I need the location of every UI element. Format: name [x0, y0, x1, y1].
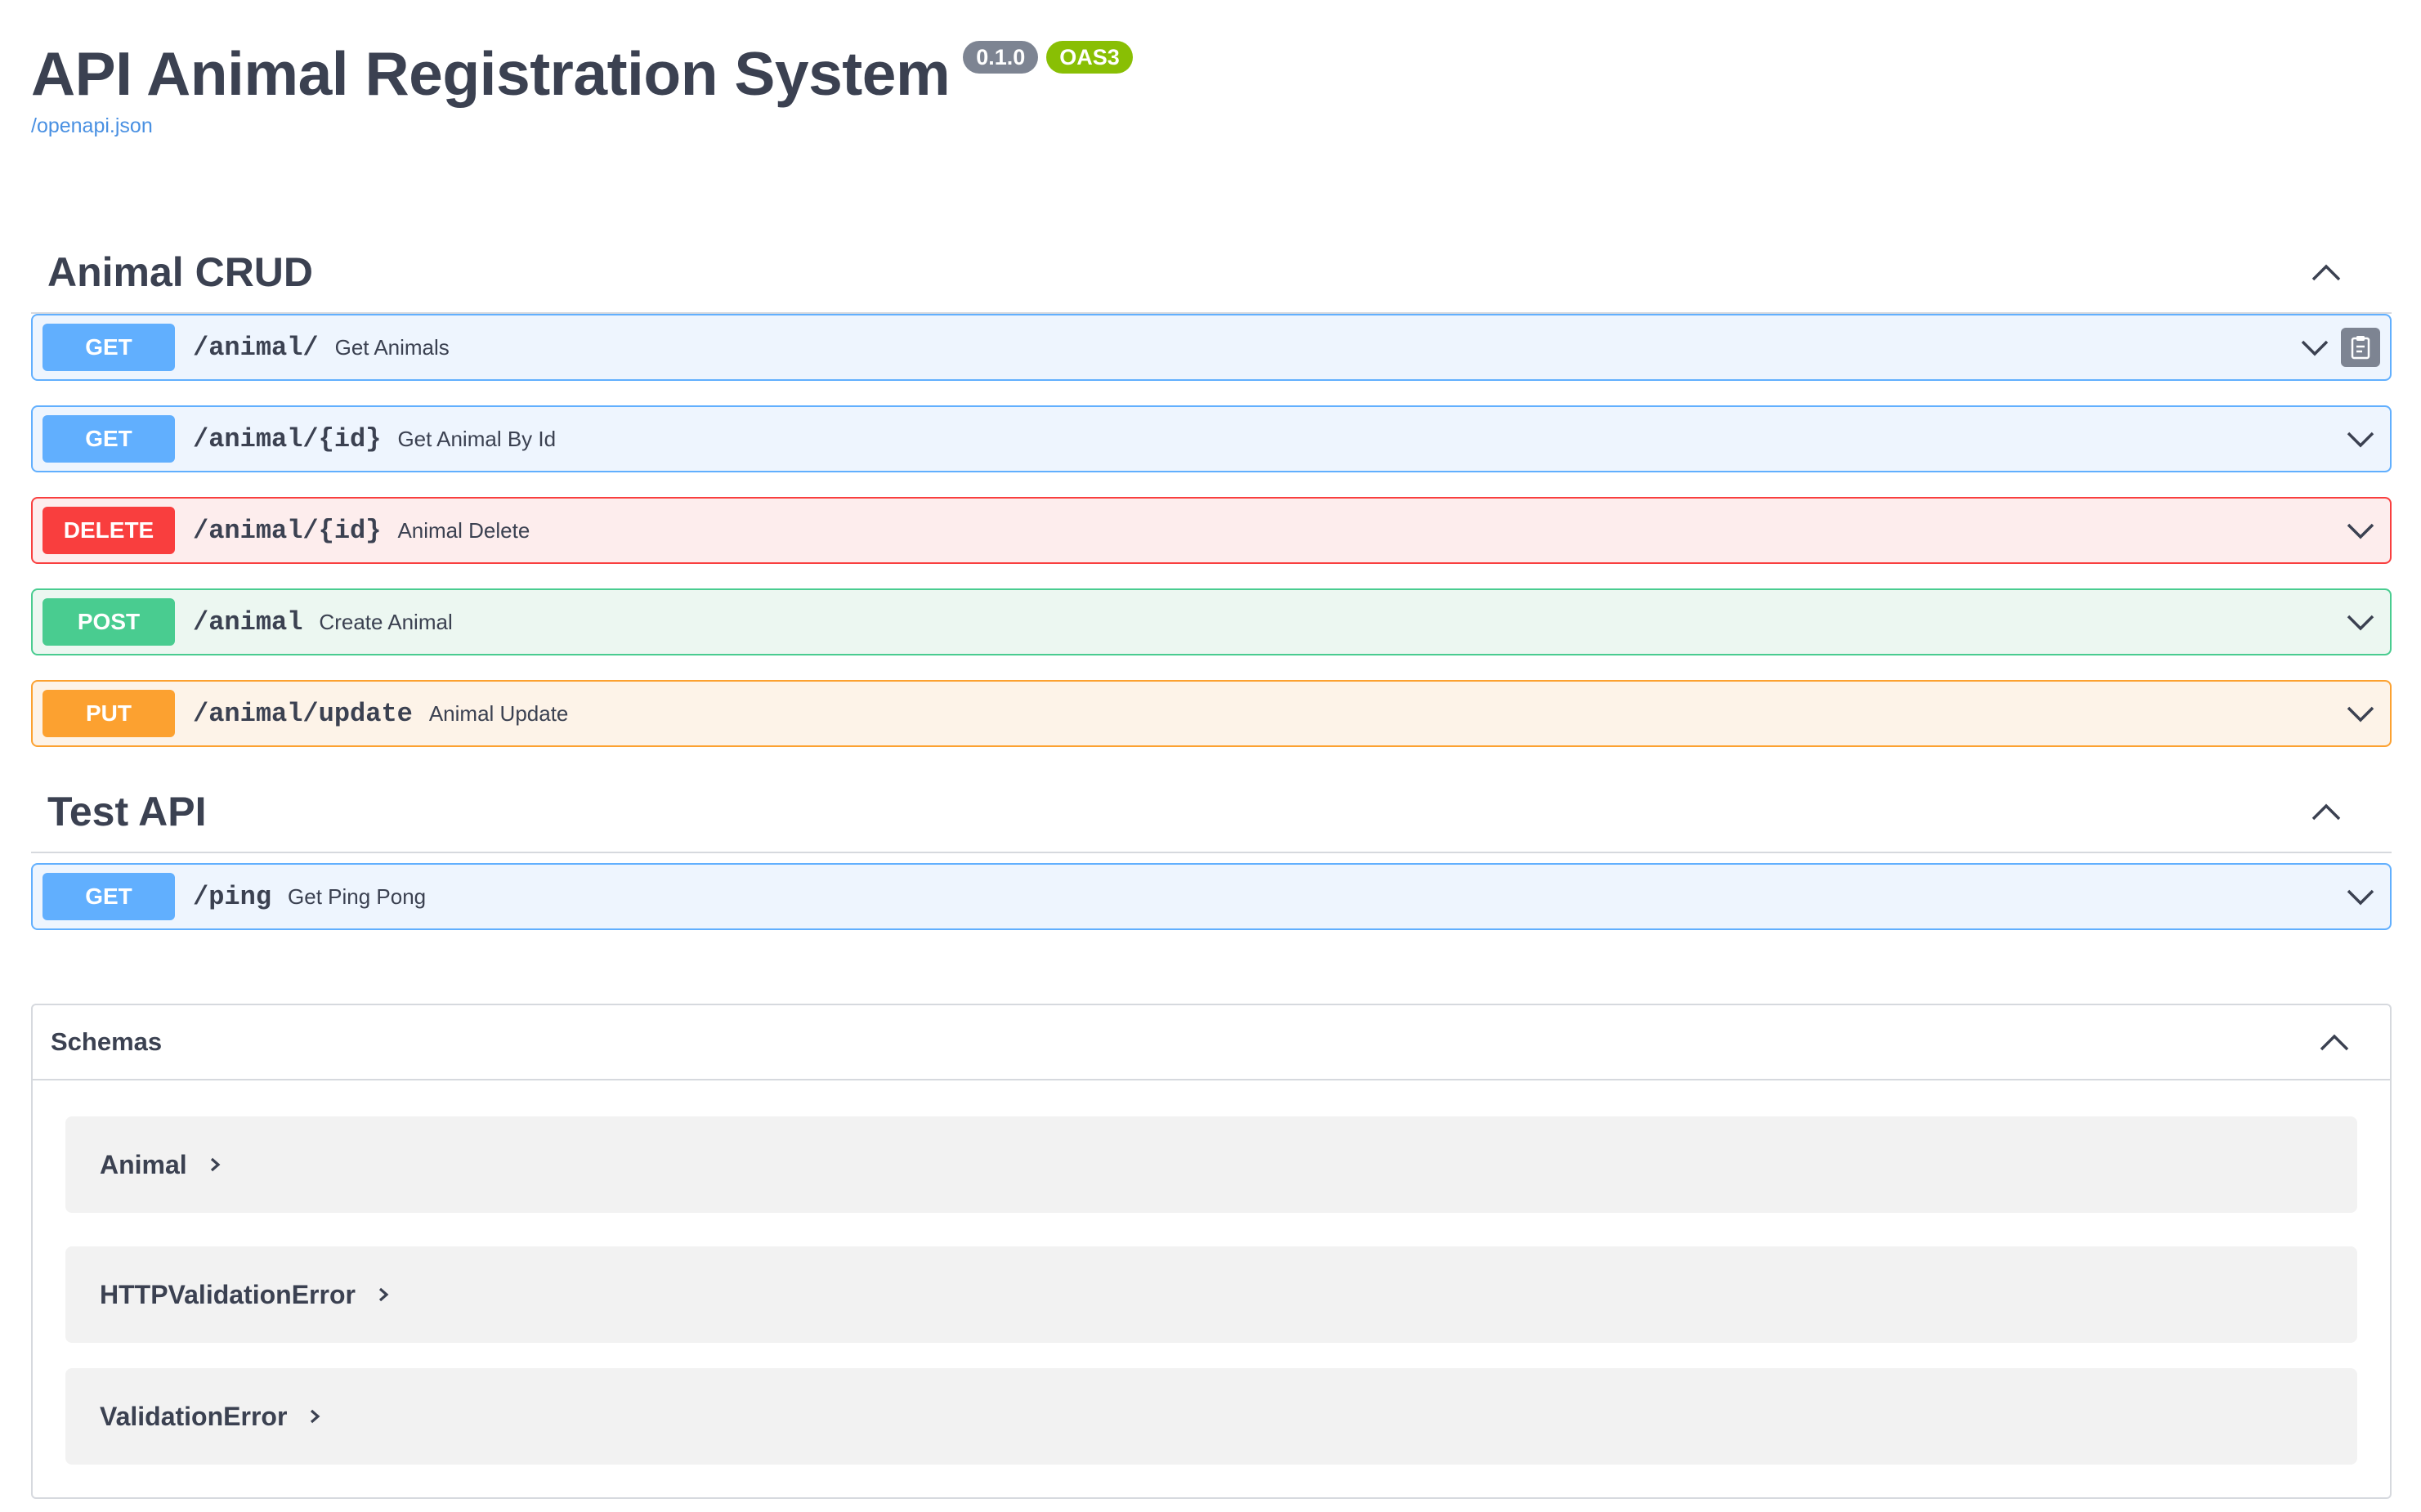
- expand-operation-button[interactable]: [2341, 877, 2380, 916]
- operation-delete-animal[interactable]: DELETE /animal/{id} Animal Delete: [31, 497, 2392, 564]
- schemas-section: Schemas Animal HTTPValidationError Valid…: [31, 1004, 2392, 1499]
- chevron-up-icon: [2311, 803, 2341, 821]
- chevron-up-icon: [2311, 264, 2341, 281]
- chevron-down-icon: [2347, 523, 2374, 539]
- operation-summary: Animal Delete: [397, 517, 530, 543]
- expand-operation-button[interactable]: [2341, 511, 2380, 550]
- clipboard-icon: [2351, 336, 2370, 360]
- operation-summary: Animal Update: [428, 700, 569, 726]
- chevron-right-icon: [208, 1155, 222, 1174]
- operation-path: /animal: [193, 606, 303, 637]
- operation-path: /ping: [193, 881, 272, 912]
- oas-badge: OAS3: [1046, 41, 1133, 74]
- operation-get-ping-pong[interactable]: GET /ping Get Ping Pong: [31, 863, 2392, 930]
- collapse-tag-button[interactable]: [2302, 787, 2351, 836]
- method-badge: GET: [43, 415, 175, 463]
- expand-operation-button[interactable]: [2341, 602, 2380, 642]
- method-badge: DELETE: [43, 507, 175, 554]
- model-name: HTTPValidationError: [100, 1279, 356, 1309]
- chevron-down-icon: [2347, 706, 2374, 722]
- api-title: API Animal Registration System: [31, 39, 951, 108]
- tag-name: Animal CRUD: [47, 249, 314, 295]
- operation-path: /animal/{id}: [193, 423, 382, 454]
- chevron-down-icon: [2347, 615, 2374, 631]
- operation-summary: Create Animal: [319, 609, 453, 634]
- chevron-down-icon: [2301, 340, 2329, 356]
- schemas-title: Schemas: [51, 1027, 163, 1056]
- tag-header-test-api[interactable]: Test API: [31, 772, 2392, 853]
- expand-operation-button[interactable]: [2295, 328, 2334, 367]
- chevron-down-icon: [2347, 889, 2374, 906]
- method-badge: POST: [43, 598, 175, 646]
- copy-to-clipboard-button[interactable]: [2341, 328, 2380, 367]
- method-badge: GET: [43, 873, 175, 920]
- model-name: Animal: [100, 1149, 187, 1179]
- model-name: ValidationError: [100, 1401, 288, 1431]
- expand-operation-button[interactable]: [2341, 419, 2380, 459]
- operation-path: /animal/update: [193, 698, 413, 729]
- expand-operation-button[interactable]: [2341, 694, 2380, 733]
- operation-get-animals[interactable]: GET /animal/ Get Animals: [31, 314, 2392, 381]
- chevron-up-icon: [2320, 1034, 2349, 1051]
- title-row: API Animal Registration System 0.1.0 OAS…: [31, 34, 1133, 113]
- chevron-right-icon: [377, 1285, 390, 1304]
- chevron-right-icon: [308, 1407, 321, 1426]
- operation-path: /animal/{id}: [193, 515, 382, 546]
- tag-header-animal-crud[interactable]: Animal CRUD: [31, 232, 2392, 314]
- schema-model-httpvalidationerror[interactable]: HTTPValidationError: [65, 1246, 2357, 1343]
- schema-model-validationerror[interactable]: ValidationError: [65, 1368, 2357, 1465]
- version-badge: 0.1.0: [963, 41, 1039, 74]
- operation-path: /animal/: [193, 332, 319, 363]
- method-badge: GET: [43, 324, 175, 371]
- method-badge: PUT: [43, 690, 175, 737]
- swagger-ui-page: API Animal Registration System 0.1.0 OAS…: [0, 0, 2421, 1512]
- operation-summary: Get Animal By Id: [397, 426, 557, 451]
- collapse-schemas-button[interactable]: [2310, 1018, 2359, 1067]
- openapi-json-link[interactable]: /openapi.json: [31, 114, 153, 138]
- collapse-tag-button[interactable]: [2302, 248, 2351, 297]
- operation-get-animal-by-id[interactable]: GET /animal/{id} Get Animal By Id: [31, 405, 2392, 472]
- operation-summary: Get Ping Pong: [288, 883, 427, 909]
- chevron-down-icon: [2347, 432, 2374, 448]
- tag-name: Test API: [47, 789, 207, 834]
- api-info: API Animal Registration System 0.1.0 OAS…: [31, 34, 1133, 138]
- operation-summary: Get Animals: [334, 334, 450, 360]
- operation-create-animal[interactable]: POST /animal Create Animal: [31, 588, 2392, 655]
- operation-update-animal[interactable]: PUT /animal/update Animal Update: [31, 680, 2392, 747]
- schema-model-animal[interactable]: Animal: [65, 1116, 2357, 1213]
- schemas-header[interactable]: Schemas: [33, 1005, 2390, 1080]
